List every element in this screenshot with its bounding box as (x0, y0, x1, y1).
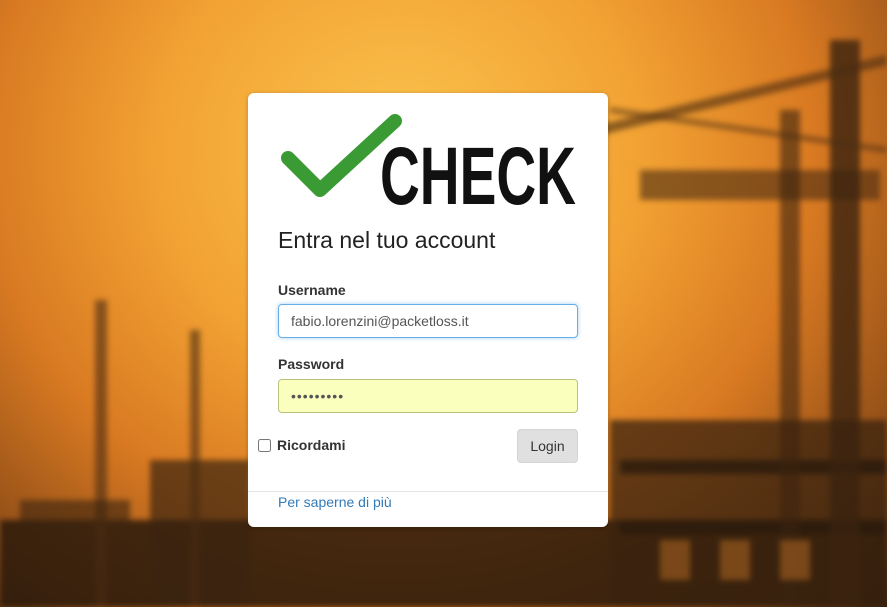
learn-more-link[interactable]: Per saperne di più (278, 494, 392, 510)
username-input[interactable] (278, 304, 578, 338)
checkmark-logo-icon: CHECK (281, 114, 576, 222)
login-card: CHECK Entra nel tuo account Username Pas… (248, 93, 608, 527)
password-label: Password (278, 356, 345, 372)
password-input[interactable] (278, 379, 578, 413)
page-title: Entra nel tuo account (278, 227, 496, 253)
remember-me-row: Ricordami (258, 437, 345, 453)
remember-me-label[interactable]: Ricordami (277, 437, 345, 453)
remember-me-checkbox[interactable] (258, 438, 271, 452)
divider (248, 491, 608, 492)
logo-text: CHECK (380, 131, 576, 208)
check-logo: CHECK (278, 113, 578, 222)
login-button[interactable]: Login (517, 429, 578, 463)
username-label: Username (278, 282, 346, 298)
